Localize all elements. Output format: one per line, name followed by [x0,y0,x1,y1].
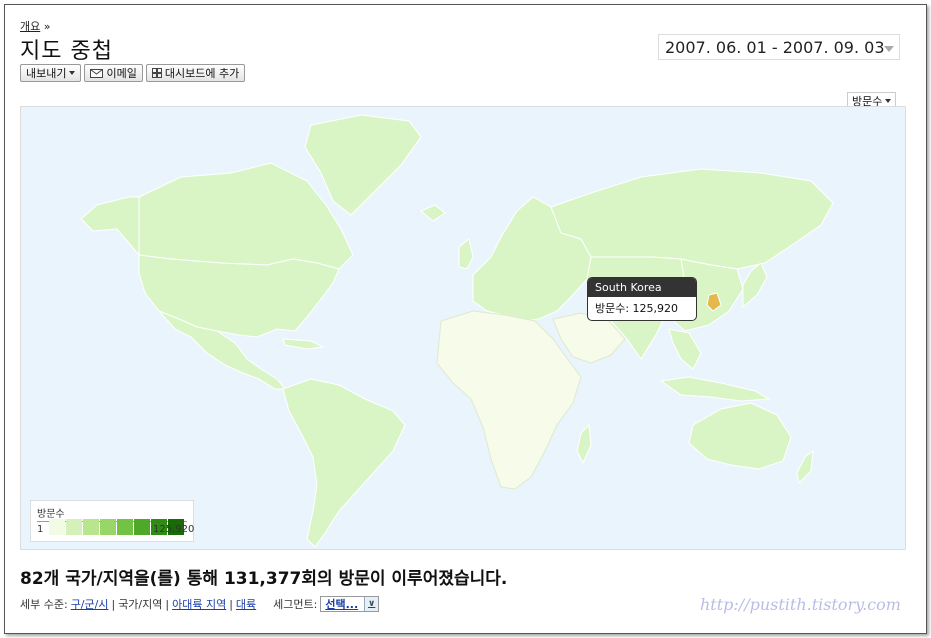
email-label: 이메일 [106,67,137,80]
summary-text: 82개 국가/지역을(를) 통해 131,377회의 방문이 이루어졌습니다. [20,564,507,589]
grid-icon [151,68,162,78]
breadcrumb-separator: » [43,20,51,33]
detail-city-link[interactable]: 구/군/시 [71,596,109,612]
export-button[interactable]: 내보내기 [20,64,82,82]
legend-max: 125,920 [153,524,195,535]
segment-label: 세그먼트: [273,598,318,611]
date-range-selector[interactable]: 2007. 06. 01 - 2007. 09. 03 [658,34,900,60]
legend-swatch [66,519,82,535]
map-legend: 방문수 1 125,920 [30,500,194,542]
toolbar: 내보내기 이메일 대시보드에 추가 [20,64,246,82]
separator: | [111,597,116,611]
date-range-text: 2007. 06. 01 - 2007. 09. 03 [665,38,885,57]
page-title: 지도 중첩 [20,39,113,64]
country-tooltip: South Korea 방문수: 125,920 [587,277,697,321]
email-button[interactable]: 이메일 [84,64,143,82]
caret-down-icon [885,98,892,103]
detail-subcontinent-link[interactable]: 아대륙 지역 [172,596,226,612]
summary-visits: 131,377 [223,569,302,589]
world-map[interactable]: South Korea 방문수: 125,920 방문수 1 125,920 [20,106,906,550]
summary-part2: 회의 방문이 이루어졌습니다. [301,569,508,589]
breadcrumb: 개요 » [20,18,50,34]
detail-level-label: 세부 수준: [20,598,68,611]
segment-select[interactable]: 선택... ∨ [320,596,380,612]
segment-select-value: 선택... [325,598,359,611]
detail-level-bar: 세부 수준: 구/군/시 | 국가/지역 | 아대륙 지역 | 대륙 세그먼트:… [20,596,380,612]
summary-country-count: 82 [20,569,44,589]
legend-swatch [49,519,65,535]
separator: | [165,597,170,611]
legend-swatch [117,519,133,535]
envelope-icon [90,68,104,78]
detail-continent-link[interactable]: 대륙 [236,596,256,612]
tooltip-visits: 방문수: 125,920 [595,302,679,315]
dashboard-label: 대시보드에 추가 [164,67,240,80]
legend-swatch [83,519,99,535]
separator: | [229,597,233,611]
legend-min: 1 [37,524,44,535]
caret-down-icon [69,71,76,75]
export-label: 내보내기 [26,67,67,80]
summary-part1: 개 국가/지역을(를) 통해 [43,569,224,589]
breadcrumb-overview-link[interactable]: 개요 [20,20,40,33]
detail-country-current: 국가/지역 [118,598,163,611]
double-chevron-down-icon: ∨ [364,597,379,611]
legend-swatch [100,519,116,535]
tooltip-country-name: South Korea [588,278,696,297]
add-to-dashboard-button[interactable]: 대시보드에 추가 [145,64,246,82]
legend-swatch [134,519,150,535]
world-map-svg [21,107,905,549]
watermark: http://pustith.tistory.com [700,595,901,614]
chevron-down-icon [884,46,894,52]
